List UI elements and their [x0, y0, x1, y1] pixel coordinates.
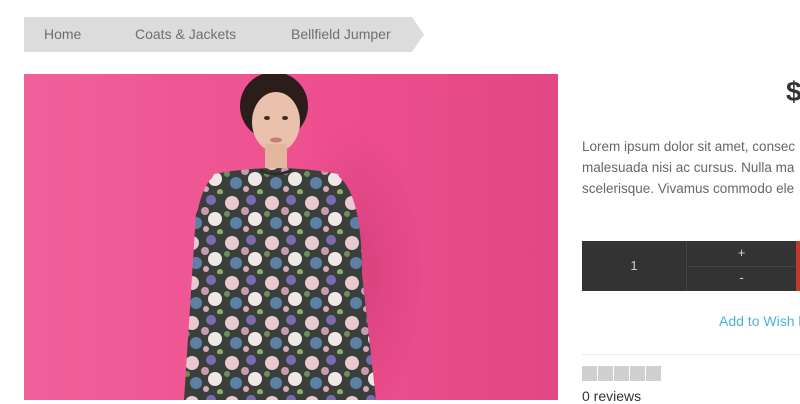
- star-icon: [598, 366, 613, 381]
- star-icon: [646, 366, 661, 381]
- quantity-value[interactable]: 1: [582, 241, 687, 291]
- increment-button[interactable]: +: [688, 241, 795, 267]
- star-icon: [582, 366, 597, 381]
- breadcrumb-label: Bellfield Jumper: [291, 26, 391, 42]
- breadcrumb-item-coats-jackets[interactable]: Coats & Jackets: [107, 17, 272, 52]
- add-to-cart-button[interactable]: [796, 241, 800, 291]
- add-to-wishlist-link[interactable]: Add to Wish l: [719, 313, 800, 329]
- breadcrumb-item-current[interactable]: Bellfield Jumper: [260, 17, 424, 52]
- decrement-button[interactable]: -: [688, 266, 795, 291]
- product-price: $: [786, 76, 800, 107]
- description-line: malesuada nisi ac cursus. Nulla ma: [582, 160, 795, 175]
- star-icon: [614, 366, 629, 381]
- reviews-link[interactable]: 0 reviews: [582, 388, 641, 404]
- product-image[interactable]: [24, 74, 558, 400]
- description-line: scelerisque. Vivamus commodo ele: [582, 181, 795, 196]
- divider: [582, 354, 800, 355]
- product-description: Lorem ipsum dolor sit amet, consec males…: [582, 136, 800, 199]
- description-line: Lorem ipsum dolor sit amet, consec: [582, 139, 796, 154]
- breadcrumb-label: Home: [44, 26, 82, 42]
- rating-stars: [582, 366, 662, 381]
- quantity-stepper: 1 + -: [582, 241, 800, 291]
- product-photo-illustration: [24, 74, 558, 400]
- breadcrumb-item-home[interactable]: Home: [24, 17, 119, 52]
- star-icon: [630, 366, 645, 381]
- breadcrumb-label: Coats & Jackets: [135, 26, 237, 42]
